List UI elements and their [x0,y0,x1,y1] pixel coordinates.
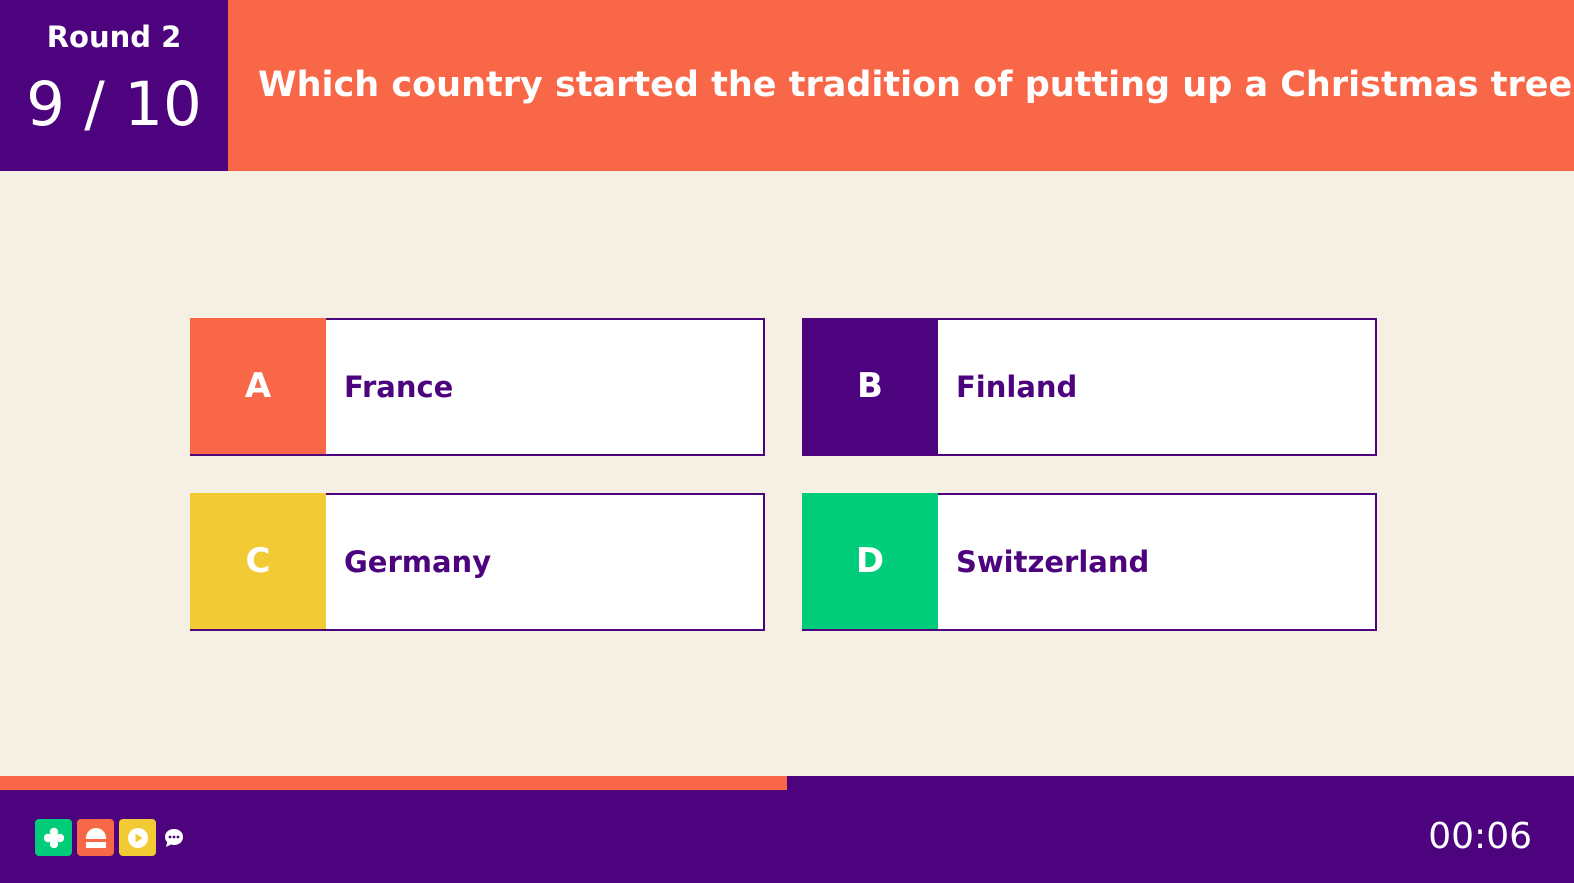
answer-option-a[interactable]: A France [190,318,765,456]
answer-letter-a: A [190,318,326,454]
flower-icon [35,819,72,856]
play-icon [119,819,156,856]
round-indicator: Round 2 9 / 10 [0,0,228,171]
answer-option-d[interactable]: D Switzerland [802,493,1377,631]
chat-bubble-icon [161,819,187,856]
timer-progress-fill [0,776,787,790]
countdown-timer: 00:06 [1428,816,1532,857]
answer-letter-d: D [802,493,938,629]
timer-progress-bar [0,776,1574,790]
brand-logo [35,819,187,856]
answer-option-b[interactable]: B Finland [802,318,1377,456]
answer-letter-c: C [190,493,326,629]
answer-text-a: France [344,370,454,404]
answer-text-d: Switzerland [956,545,1150,579]
question-header: Round 2 9 / 10 Which country started the… [0,0,1574,171]
answer-letter-b: B [802,318,938,454]
question-text: Which country started the tradition of p… [258,65,1574,105]
footer-bar: 00:06 [0,790,1574,883]
answer-text-b: Finland [956,370,1078,404]
round-label: Round 2 [46,20,182,54]
question-counter: 9 / 10 [26,69,202,140]
answer-option-c[interactable]: C Germany [190,493,765,631]
answer-text-c: Germany [344,545,492,579]
arch-icon [77,819,114,856]
